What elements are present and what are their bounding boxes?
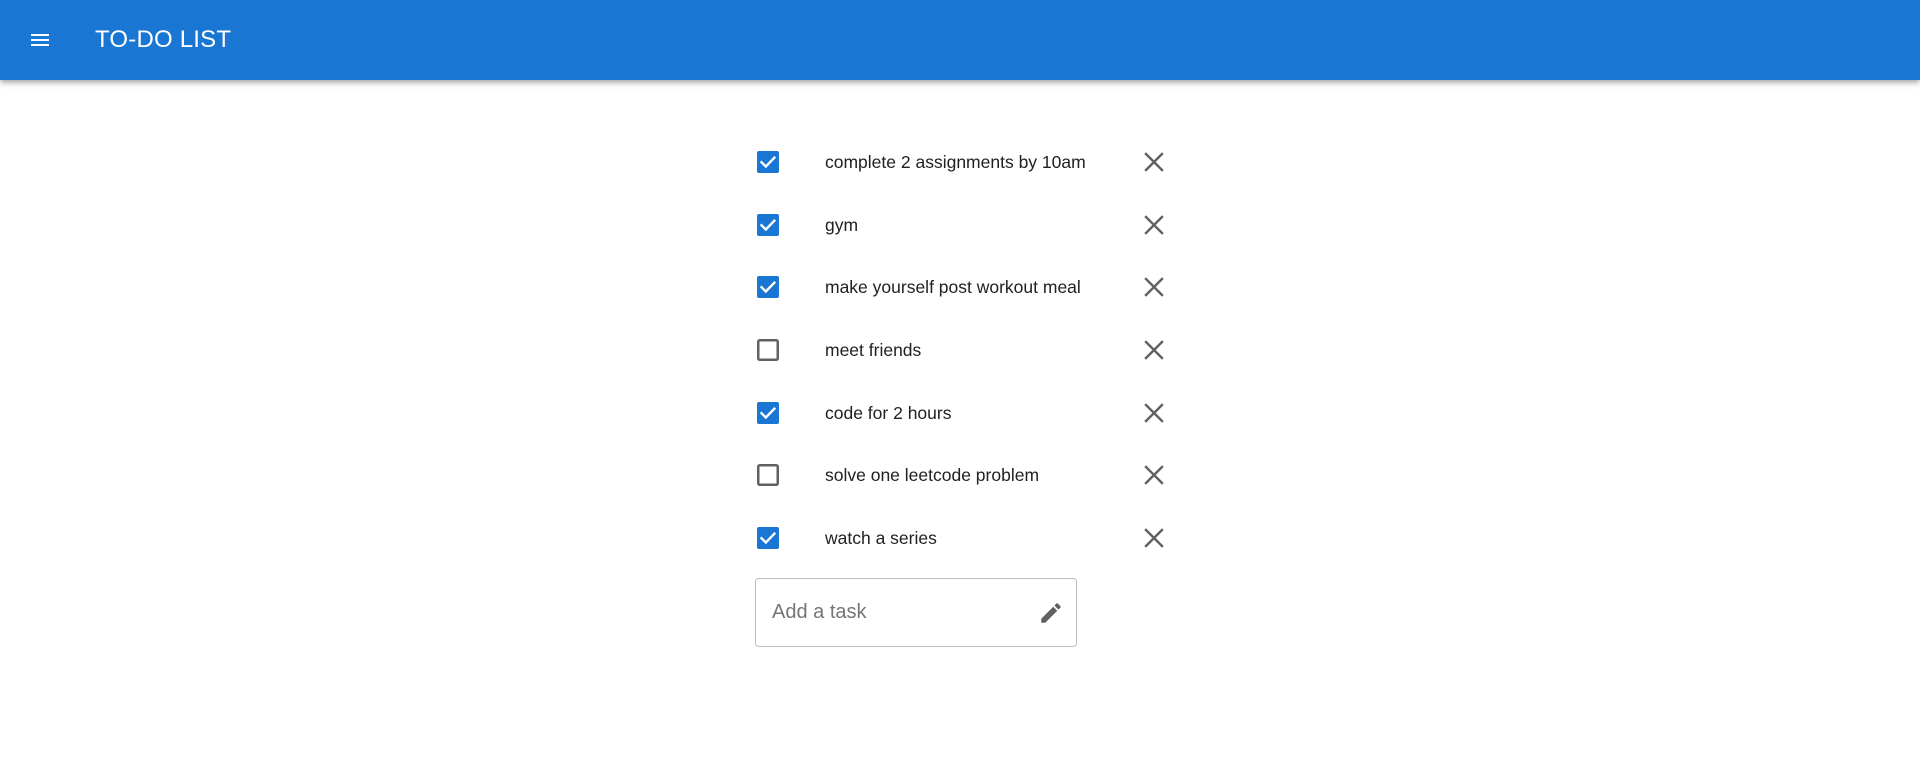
task-item: code for 2 hours	[752, 387, 1172, 450]
menu-icon	[31, 34, 49, 46]
close-icon	[1144, 528, 1164, 548]
task-item: complete 2 assignments by 10am	[752, 136, 1172, 199]
close-icon	[1144, 214, 1164, 235]
app-bar: TO-DO LIST	[0, 0, 1920, 80]
menu-button[interactable]	[22, 22, 58, 58]
close-icon	[1144, 277, 1164, 298]
checkbox-checked-icon	[757, 401, 779, 424]
checkbox-unchecked-icon	[757, 464, 779, 487]
checkbox-checked-icon	[757, 151, 779, 173]
close-icon	[1144, 403, 1164, 423]
delete-task-button[interactable]	[1140, 461, 1168, 489]
task-text: make yourself post workout meal	[825, 277, 1081, 298]
checkbox-checked-icon	[757, 213, 779, 236]
task-text: solve one leetcode problem	[825, 465, 1040, 486]
delete-task-button[interactable]	[1140, 148, 1168, 176]
delete-task-button[interactable]	[1140, 399, 1168, 427]
delete-task-button[interactable]	[1140, 211, 1168, 239]
task-item: gym	[752, 199, 1172, 262]
task-item: watch a series	[752, 512, 1172, 575]
delete-task-button[interactable]	[1140, 336, 1168, 364]
task-checkbox[interactable]	[755, 400, 781, 426]
task-item: solve one leetcode problem	[752, 449, 1172, 512]
checkbox-checked-icon	[757, 276, 779, 299]
app-title: TO-DO LIST	[95, 26, 232, 53]
add-task-field	[755, 578, 1077, 647]
close-icon	[1144, 152, 1164, 172]
task-checkbox[interactable]	[755, 274, 781, 300]
task-item: make yourself post workout meal	[752, 261, 1172, 324]
task-text: meet friends	[825, 340, 922, 361]
task-item: meet friends	[752, 324, 1172, 387]
task-text: code for 2 hours	[825, 402, 952, 423]
task-checkbox[interactable]	[755, 337, 781, 363]
task-text: watch a series	[825, 528, 937, 549]
add-task-input[interactable]	[772, 579, 1022, 646]
checkbox-unchecked-icon	[757, 339, 779, 362]
delete-task-button[interactable]	[1140, 524, 1168, 552]
task-checkbox[interactable]	[755, 525, 781, 551]
task-text: gym	[825, 214, 859, 235]
task-checkbox[interactable]	[755, 149, 781, 175]
close-icon	[1144, 340, 1164, 360]
task-checkbox[interactable]	[755, 212, 781, 238]
pencil-icon	[1041, 603, 1061, 623]
checkbox-checked-icon	[757, 527, 779, 550]
task-list: complete 2 assignments by 10am gym make …	[752, 136, 1172, 575]
delete-task-button[interactable]	[1140, 273, 1168, 301]
task-checkbox[interactable]	[755, 462, 781, 488]
close-icon	[1144, 465, 1164, 486]
add-task-button[interactable]	[1036, 598, 1066, 628]
task-text: complete 2 assignments by 10am	[825, 152, 1086, 172]
